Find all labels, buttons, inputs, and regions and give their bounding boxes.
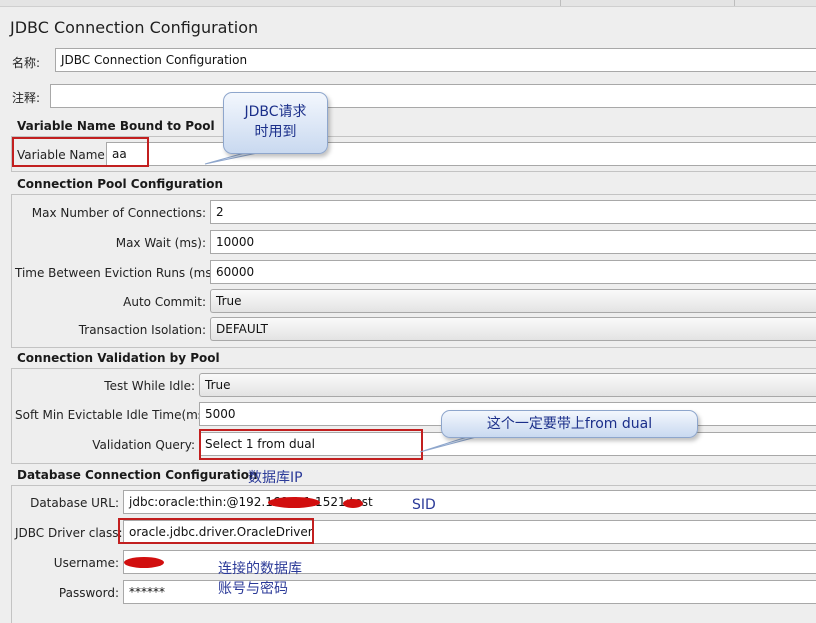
db-ip-note: 数据库IP [248, 470, 303, 486]
account-note-line2: 账号与密码 [218, 581, 288, 597]
variable-callout-line1: JDBC请求 [244, 104, 307, 120]
sid-note: SID [412, 497, 436, 513]
account-note-line1: 连接的数据库 [218, 561, 302, 577]
variable-callout-line2: 时用到 [254, 124, 297, 140]
variable-callout: JDBC请求 时用到 [223, 92, 328, 154]
query-callout: 这个一定要带上from dual [441, 410, 698, 438]
callout-connectors [204, 151, 481, 453]
query-callout-pointer [419, 435, 481, 453]
